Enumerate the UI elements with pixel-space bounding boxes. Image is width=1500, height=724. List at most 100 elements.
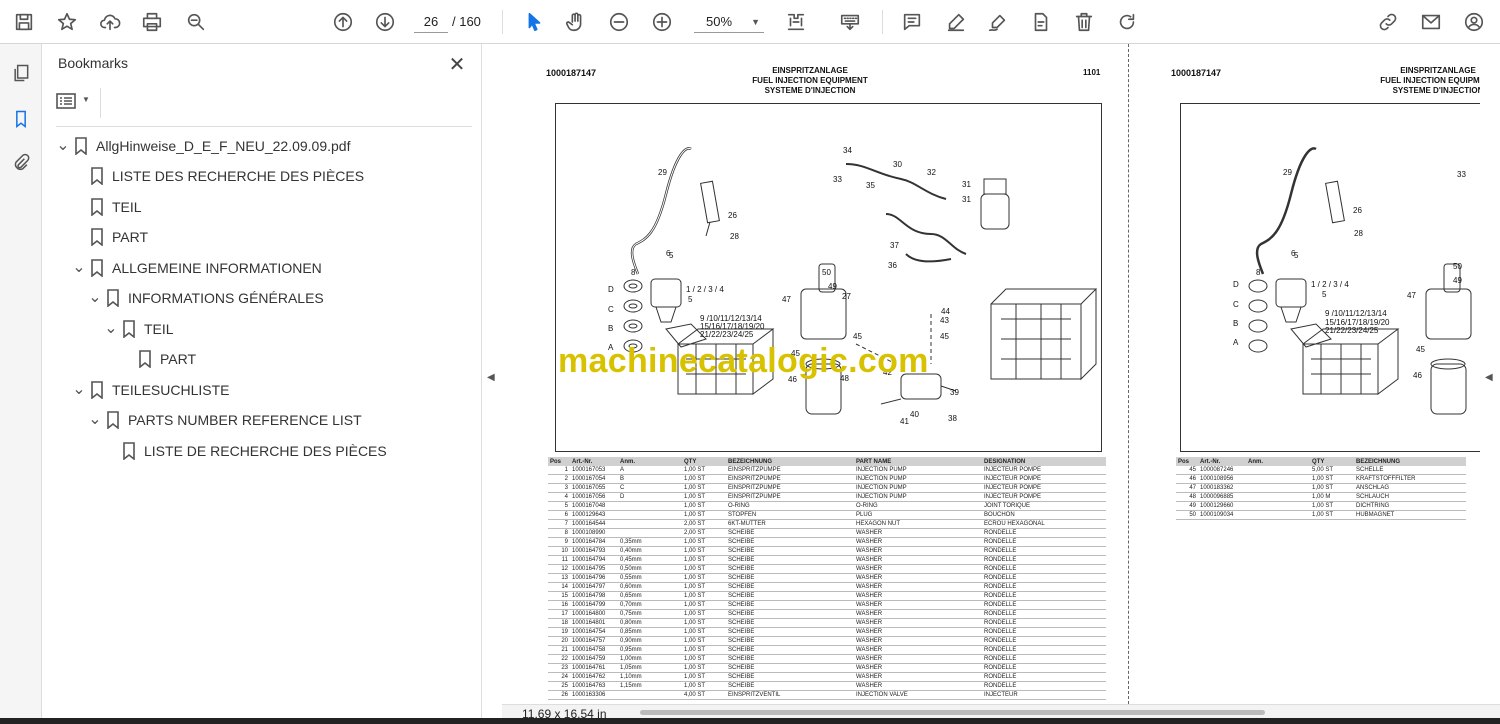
- callout-label: 37: [890, 241, 899, 250]
- callout-label: 36: [888, 261, 897, 270]
- fit-page-icon[interactable]: [782, 8, 810, 36]
- table-cell: WASHER: [854, 618, 982, 629]
- chevron-down-icon[interactable]: ⌄: [104, 321, 118, 337]
- table-cell: 1000164795: [570, 564, 618, 575]
- share-link-icon[interactable]: [1374, 8, 1402, 36]
- chevron-down-icon[interactable]: ⌄: [56, 138, 70, 154]
- close-icon[interactable]: ✕: [446, 52, 468, 77]
- bookmark-icon: [90, 167, 104, 186]
- table-cell: 1,00 ST: [682, 681, 726, 692]
- table-cell: 1,00 ST: [682, 600, 726, 611]
- table-cell: EINSPRITZPUMPE: [726, 466, 854, 476]
- table-cell: ANSCHLAG: [1354, 483, 1466, 494]
- bookmark-item[interactable]: TEIL: [72, 195, 142, 219]
- column-header: Anm.: [1246, 457, 1310, 466]
- table-row: 5 1000167048 1,00 ST O-RING O-RING JOINT TORI…: [548, 501, 1106, 512]
- page-number-input[interactable]: 26: [414, 11, 448, 33]
- table-cell: 1000167056: [570, 492, 618, 503]
- bookmark-options-button[interactable]: ▼: [56, 92, 92, 114]
- table-cell: [618, 690, 682, 701]
- save-icon[interactable]: [10, 8, 38, 36]
- highlight-icon[interactable]: [942, 8, 970, 36]
- table-cell: INJECTEUR POMPE: [982, 492, 1106, 503]
- watermark-text: machinecatalogic.com: [558, 342, 929, 380]
- chevron-down-icon: ▼: [82, 95, 90, 104]
- title-en: FUEL INJECTION EQUIPMENT: [1380, 76, 1480, 85]
- table-cell: INJECTION PUMP: [854, 466, 982, 476]
- zoom-in-icon[interactable]: [648, 8, 676, 36]
- zoom-search-icon[interactable]: [182, 8, 210, 36]
- table-cell: HUBMAGNET: [1354, 510, 1466, 521]
- mail-icon[interactable]: [1417, 8, 1445, 36]
- table-cell: 26: [548, 690, 570, 701]
- select-cursor-icon[interactable]: [520, 8, 548, 36]
- table-cell: EINSPRITZPUMPE: [726, 474, 854, 485]
- collapse-panel-icon[interactable]: ◀: [487, 372, 495, 383]
- table-row: 13 1000164796 0,55mm 1,00 ST SCHEIBE WASHER RO…: [548, 573, 1106, 584]
- star-icon[interactable]: [53, 8, 81, 36]
- table-cell: 22: [548, 654, 570, 665]
- upload-icon[interactable]: [96, 8, 124, 36]
- zoom-select[interactable]: 50% ▼: [694, 11, 764, 33]
- bookmark-item[interactable]: ⌄ ALLGEMEINE INFORMATIONEN: [72, 256, 322, 280]
- table-cell: 23: [548, 663, 570, 674]
- bookmark-item[interactable]: LISTE DE RECHERCHE DES PIÈCES: [104, 439, 387, 463]
- bookmark-label: LISTE DE RECHERCHE DES PIÈCES: [144, 443, 387, 459]
- page-thumbnails-icon[interactable]: [8, 60, 34, 86]
- diagram-drawing: [623, 147, 1098, 415]
- table-cell: 1000164762: [570, 672, 618, 683]
- table-cell: 1000164794: [570, 555, 618, 566]
- page-up-icon[interactable]: [329, 8, 357, 36]
- account-icon[interactable]: [1460, 8, 1488, 36]
- bookmark-item[interactable]: ⌄ TEILESUCHLISTE: [72, 378, 229, 402]
- chevron-down-icon[interactable]: ⌄: [88, 290, 102, 306]
- rotate-icon[interactable]: [1113, 8, 1141, 36]
- table-cell: 1,15mm: [618, 681, 682, 692]
- callout-label: 39: [950, 388, 959, 397]
- table-cell: SCHEIBE: [726, 672, 854, 683]
- bookmark-item[interactable]: ⌄ TEIL: [104, 317, 174, 341]
- horizontal-scrollbar[interactable]: [640, 710, 1265, 715]
- draw-icon[interactable]: [984, 8, 1012, 36]
- print-icon[interactable]: [138, 8, 166, 36]
- table-row: 12 1000164795 0,50mm 1,00 ST SCHEIBE WASHER RO…: [548, 564, 1106, 575]
- bookmark-item[interactable]: PART: [120, 347, 196, 371]
- bookmark-label: TEILESUCHLISTE: [112, 382, 230, 398]
- table-cell: 1,00 ST: [682, 609, 726, 620]
- table-cell: 1000164800: [570, 609, 618, 620]
- callout-label: 49: [1453, 276, 1462, 285]
- chevron-down-icon[interactable]: ⌄: [72, 260, 86, 276]
- table-cell: JOINT TORIQUE: [982, 501, 1106, 512]
- table-row: 46 1000108956 1,00 ST KRAFTSTOFFFILTER: [1176, 474, 1466, 485]
- callout-label: 45: [940, 332, 949, 341]
- bookmarks-icon[interactable]: [8, 106, 34, 132]
- bookmark-item[interactable]: ⌄ INFORMATIONS GÉNÉRALES: [88, 286, 324, 310]
- page-down-icon[interactable]: [371, 8, 399, 36]
- chevron-down-icon[interactable]: ⌄: [88, 412, 102, 428]
- table-cell: [1246, 492, 1310, 503]
- callout-label: D: [608, 285, 614, 294]
- table-cell: 17: [548, 609, 570, 620]
- table-cell: SCHEIBE: [726, 528, 854, 539]
- callout-label: 45: [853, 332, 862, 341]
- callout-label: C: [1233, 300, 1239, 309]
- delete-icon[interactable]: [1070, 8, 1098, 36]
- main-toolbar: 26 / 160 50% ▼: [0, 0, 1500, 44]
- zoom-out-icon[interactable]: [605, 8, 633, 36]
- bookmark-item[interactable]: ⌄ PARTS NUMBER REFERENCE LIST: [88, 408, 362, 432]
- expand-panel-icon[interactable]: ◀: [1485, 372, 1493, 383]
- keyboard-icon[interactable]: [836, 8, 864, 36]
- bookmark-item[interactable]: PART: [72, 225, 148, 249]
- table-cell: [618, 528, 682, 539]
- chevron-down-icon[interactable]: ⌄: [72, 382, 86, 398]
- bookmark-icon: [106, 289, 120, 308]
- table-cell: RONDELLE: [982, 528, 1106, 539]
- attachments-icon[interactable]: [8, 150, 34, 176]
- bookmark-item[interactable]: LISTE DES RECHERCHE DES PIÈCES: [72, 164, 364, 188]
- comment-icon[interactable]: [898, 8, 926, 36]
- bookmark-item[interactable]: ⌄ AllgHinweise_D_E_F_NEU_22.09.09.pdf: [56, 134, 350, 158]
- fill-sign-icon[interactable]: [1027, 8, 1055, 36]
- table-cell: INJECTION PUMP: [854, 492, 982, 503]
- callout-label: C: [608, 305, 614, 314]
- hand-tool-icon[interactable]: [562, 8, 590, 36]
